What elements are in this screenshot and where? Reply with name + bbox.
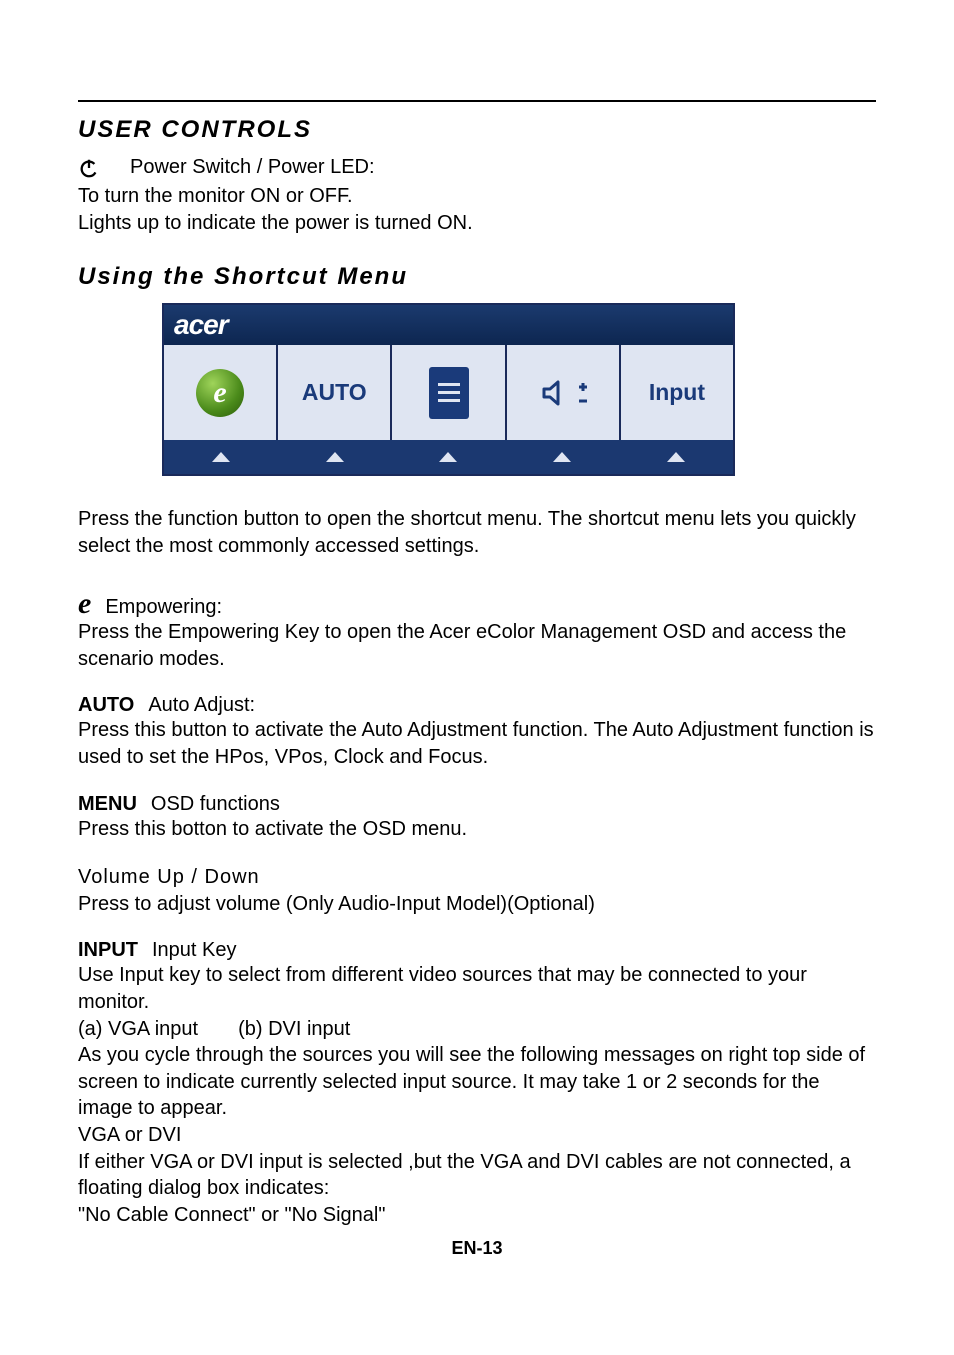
osd-shortcut-menu: acer e AUTO [162, 303, 735, 476]
menu-heading-row: MENU OSD functions [78, 793, 876, 816]
input-heading-row: INPUT Input Key [78, 939, 876, 962]
menu-label: MENU [78, 793, 137, 816]
empowering-e-icon: e [196, 369, 244, 417]
arrow-up-icon [505, 440, 619, 474]
divider [78, 100, 876, 102]
input-option-a: (a) VGA input [78, 1016, 198, 1043]
input-title: Input Key [152, 939, 237, 962]
power-line1: To turn the monitor ON or OFF. [78, 183, 876, 210]
volume-icon [538, 375, 588, 411]
input-option-b: (b) DVI input [238, 1016, 350, 1043]
input-label: INPUT [78, 939, 138, 962]
document-page: USER CONTROLS Power Switch / Power LED: … [0, 0, 954, 1299]
power-title: Power Switch / Power LED: [130, 154, 375, 181]
volume-body: Press to adjust volume (Only Audio-Input… [78, 891, 876, 918]
input-line2: As you cycle through the sources you wil… [78, 1042, 876, 1122]
auto-label: AUTO [78, 694, 134, 717]
arrow-up-icon [392, 440, 506, 474]
osd-auto-button[interactable]: AUTO [278, 345, 392, 440]
osd-header: acer [164, 305, 733, 345]
input-line3: VGA or DVI [78, 1122, 876, 1149]
empowering-e-icon: e [78, 589, 91, 619]
menu-body: Press this botton to activate the OSD me… [78, 816, 876, 843]
empowering-body: Press the Empowering Key to open the Ace… [78, 619, 876, 672]
input-line5: "No Cable Connect" or "No Signal" [78, 1202, 876, 1229]
input-options: (a) VGA input (b) DVI input [78, 1016, 876, 1043]
osd-input-button[interactable]: Input [621, 345, 733, 440]
menu-title: OSD functions [151, 793, 280, 816]
input-line4: If either VGA or DVI input is selected ,… [78, 1149, 876, 1202]
arrow-up-icon [164, 440, 278, 474]
shortcut-intro: Press the function button to open the sh… [78, 506, 876, 559]
osd-arrow-row [164, 440, 733, 474]
empowering-title: Empowering: [105, 596, 222, 619]
arrow-up-icon [278, 440, 392, 474]
auto-title: Auto Adjust: [148, 694, 255, 717]
arrow-up-icon [619, 440, 733, 474]
power-icon [78, 157, 100, 179]
acer-logo: acer [174, 309, 228, 341]
osd-empowering-button[interactable]: e [164, 345, 278, 440]
osd-button-row: e AUTO Inp [164, 345, 733, 440]
page-number: EN-13 [78, 1238, 876, 1259]
menu-icon [429, 367, 469, 419]
power-line2: Lights up to indicate the power is turne… [78, 210, 876, 237]
osd-volume-button[interactable] [507, 345, 621, 440]
auto-heading-row: AUTO Auto Adjust: [78, 694, 876, 717]
heading-shortcut-menu: Using the Shortcut Menu [78, 263, 876, 291]
auto-body: Press this button to activate the Auto A… [78, 717, 876, 770]
heading-user-controls: USER CONTROLS [78, 116, 876, 144]
empowering-heading-row: e Empowering: [78, 589, 876, 619]
input-line1: Use Input key to select from different v… [78, 962, 876, 1015]
osd-menu-button[interactable] [392, 345, 506, 440]
volume-title: Volume Up / Down [78, 864, 876, 891]
power-switch-row: Power Switch / Power LED: [78, 154, 876, 181]
